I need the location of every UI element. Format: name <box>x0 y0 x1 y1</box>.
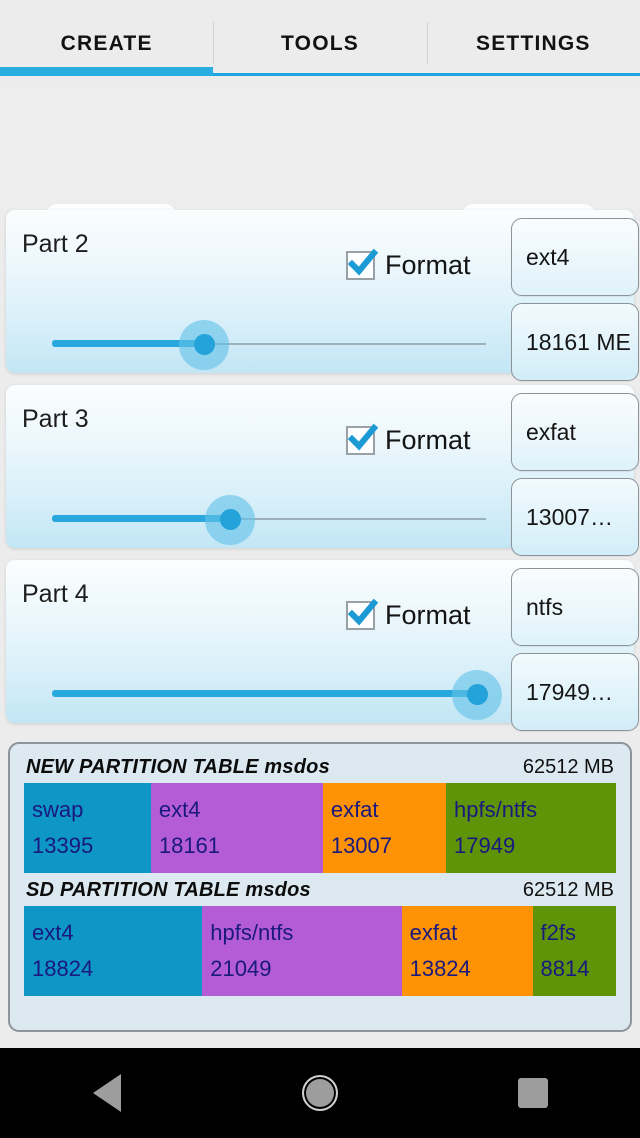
partition-segment-name: hpfs/ntfs <box>210 920 294 945</box>
table-title: SD PARTITION TABLE msdos <box>26 879 311 901</box>
size-field[interactable]: 18161 ME <box>511 303 639 381</box>
partition-tables-panel: NEW PARTITION TABLE msdos 62512 MB swap 1… <box>8 742 632 1032</box>
tab-bar: CREATE TOOLS SETTINGS <box>0 0 640 88</box>
partition-title: Part 3 <box>22 405 89 433</box>
size-slider[interactable] <box>52 670 503 720</box>
format-checkbox-row[interactable]: Format <box>346 423 471 456</box>
format-checkbox[interactable] <box>346 598 379 630</box>
partition-segment-name: ext4 <box>32 920 74 945</box>
filesystem-select[interactable]: ntfs <box>511 568 639 646</box>
filesystem-value: ntfs <box>526 593 564 620</box>
partition-segment[interactable]: swap 13395 <box>24 783 151 873</box>
format-checkbox-row[interactable]: Format <box>346 248 471 281</box>
app-root: CREATE TOOLS SETTINGS ADD APPLY REMOVE P… <box>0 0 640 1138</box>
recents-button[interactable] <box>473 1048 593 1138</box>
checkmark-icon <box>347 598 379 626</box>
tab-settings[interactable]: SETTINGS <box>426 0 640 88</box>
partition-segment[interactable]: ext4 18824 <box>24 906 203 996</box>
partition-card: Part 4 Format ntfs 17949… <box>6 560 639 731</box>
partition-segment-name: exfat <box>409 920 458 945</box>
partition-segment-size: 8814 <box>540 956 590 981</box>
table-title: NEW PARTITION TABLE msdos <box>26 756 330 778</box>
partition-segment-size: 13007 <box>330 833 393 858</box>
format-checkbox[interactable] <box>346 248 379 280</box>
filesystem-select[interactable]: ext4 <box>511 218 639 296</box>
format-label: Format <box>385 425 471 455</box>
size-value: 17949… <box>526 678 613 705</box>
partition-title: Part 4 <box>22 580 89 608</box>
back-triangle-icon <box>92 1074 121 1112</box>
home-button[interactable] <box>260 1048 380 1138</box>
partition-segment-size: 18161 <box>158 833 221 858</box>
partition-segment[interactable]: ext4 18161 <box>150 783 323 873</box>
partition-segment[interactable]: exfat 13824 <box>401 906 533 996</box>
partition-segment-size: 21049 <box>210 956 272 981</box>
tab-tools[interactable]: TOOLS <box>213 0 427 88</box>
partition-table-sd: SD PARTITION TABLE msdos 62512 MB ext4 18… <box>24 879 616 996</box>
partition-bar[interactable]: ext4 18824 hpfs/ntfs 21049 exfat 13824 f2fs 881… <box>24 906 616 996</box>
recents-square-icon <box>518 1078 549 1108</box>
size-slider[interactable] <box>52 495 486 545</box>
checkmark-icon <box>347 248 379 276</box>
size-slider[interactable] <box>52 320 486 370</box>
size-value: 13007… <box>526 503 613 530</box>
slider-fill <box>52 690 478 697</box>
partition-segment-size: 13395 <box>32 833 94 858</box>
partition-segment-size: 17949 <box>454 833 516 858</box>
partition-segment-name: ext4 <box>158 797 201 822</box>
partition-segment-name: swap <box>32 797 84 822</box>
tab-tools-label: TOOLS <box>281 32 359 55</box>
partition-segment-name: f2fs <box>540 920 576 945</box>
partition-card-list: Part 2 Format ext4 18161 ME Part 3 Forma… <box>0 210 640 735</box>
partition-segment-size: 18824 <box>32 956 94 981</box>
tab-active-indicator <box>0 67 214 76</box>
slider-thumb[interactable] <box>219 509 241 530</box>
checkmark-icon <box>347 423 379 451</box>
action-button-row: ADD APPLY REMOVE <box>0 88 640 286</box>
size-field[interactable]: 17949… <box>511 653 639 731</box>
back-button[interactable] <box>47 1048 167 1138</box>
partition-table-new: NEW PARTITION TABLE msdos 62512 MB swap 1… <box>24 756 616 873</box>
partition-segment[interactable]: hpfs/ntfs 17949 <box>446 783 616 873</box>
partition-segment[interactable]: exfat 13007 <box>322 783 446 873</box>
partition-bar[interactable]: swap 13395 ext4 18161 exfat 13007 hpfs/ntfs 179… <box>24 783 616 873</box>
partition-title: Part 2 <box>22 230 89 258</box>
tab-create[interactable]: CREATE <box>0 0 214 88</box>
partition-segment-size: 13824 <box>409 956 471 981</box>
tab-indicator <box>426 73 640 76</box>
format-checkbox[interactable] <box>346 423 379 455</box>
filesystem-value: exfat <box>526 418 576 445</box>
size-value: 18161 ME <box>526 328 631 355</box>
partition-segment-name: hpfs/ntfs <box>454 797 538 822</box>
filesystem-value: ext4 <box>526 243 570 270</box>
tab-indicator <box>213 73 427 76</box>
tab-create-label: CREATE <box>60 32 153 55</box>
home-circle-icon <box>301 1075 338 1111</box>
partition-card: Part 3 Format exfat 13007… <box>6 385 639 556</box>
tab-settings-label: SETTINGS <box>476 32 591 55</box>
partition-segment-name: exfat <box>330 797 379 822</box>
tab-divider <box>426 22 428 64</box>
slider-thumb[interactable] <box>193 334 215 355</box>
format-label: Format <box>385 250 471 280</box>
table-total-size: 62512 MB <box>522 756 614 778</box>
partition-segment[interactable]: f2fs 8814 <box>532 906 616 996</box>
filesystem-select[interactable]: exfat <box>511 393 639 471</box>
android-navigation-bar <box>0 1048 640 1138</box>
size-field[interactable]: 13007… <box>511 478 639 556</box>
partition-segment[interactable]: hpfs/ntfs 21049 <box>202 906 402 996</box>
tab-divider <box>213 22 215 64</box>
slider-fill <box>52 515 230 522</box>
partition-card: Part 2 Format ext4 18161 ME <box>6 210 639 381</box>
table-total-size: 62512 MB <box>522 879 614 901</box>
table-header: NEW PARTITION TABLE msdos 62512 MB <box>24 756 616 783</box>
format-checkbox-row[interactable]: Format <box>346 598 471 631</box>
format-label: Format <box>385 600 471 630</box>
table-header: SD PARTITION TABLE msdos 62512 MB <box>24 879 616 906</box>
